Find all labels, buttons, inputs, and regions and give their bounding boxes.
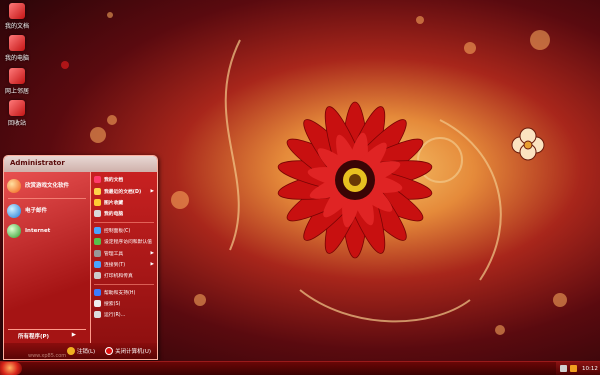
- desktop-icon-my-computer[interactable]: 我的电脑: [2, 35, 32, 62]
- start-menu: Administrator 欣赏游戏文化软件 电子邮件 Internet 所有程…: [3, 155, 158, 360]
- documents-icon: [94, 176, 101, 184]
- desktop-icon-label: 我的电脑: [4, 55, 29, 62]
- menu-item-recent-documents[interactable]: 我最近的文档(D) ▶: [91, 185, 157, 196]
- computer-icon: [9, 35, 25, 51]
- start-menu-footer: 注销(L) 关闭计算机(U): [4, 343, 157, 359]
- run-icon: [94, 311, 101, 319]
- start-menu-pinned: 欣赏游戏文化软件 电子邮件 Internet 所有程序(P) ▶: [4, 172, 90, 343]
- desktop-icon-my-documents[interactable]: 我的文档: [2, 3, 32, 30]
- desktop-icon-label: 我的文档: [4, 23, 29, 30]
- all-programs-label: 所有程序(P): [18, 334, 50, 340]
- network-icon: [94, 260, 101, 268]
- recent-documents-icon: [94, 187, 101, 195]
- menu-item-admin-tools[interactable]: 管理工具 ▶: [91, 247, 157, 258]
- start-menu-places: 我的文档 我最近的文档(D) ▶ 图片收藏 我的电脑 控制面板(C) 设定程序访…: [90, 172, 157, 343]
- volume-tray-icon[interactable]: [570, 365, 577, 372]
- pinned-item-culture-software[interactable]: 欣赏游戏文化软件: [4, 176, 90, 196]
- user-name: Administrator: [10, 159, 65, 167]
- pinned-item-email[interactable]: 电子邮件: [4, 201, 90, 221]
- menu-item-run[interactable]: 运行(R)...: [91, 309, 157, 320]
- printer-icon: [94, 272, 101, 280]
- pinned-item-title: Internet: [25, 227, 51, 234]
- chevron-right-icon: ▶: [150, 188, 154, 194]
- power-icon: [105, 347, 114, 355]
- browser-icon: [7, 224, 21, 238]
- pinned-item-title: 电子邮件: [25, 207, 48, 214]
- network-tray-icon[interactable]: [560, 365, 567, 372]
- menu-item-control-panel[interactable]: 控制面板(C): [91, 225, 157, 236]
- control-panel-icon: [94, 226, 101, 234]
- watermark: www.xp85.com: [28, 353, 67, 359]
- desktop-icon-recycle-bin[interactable]: 回收站: [2, 100, 32, 127]
- folder-icon: [9, 3, 25, 19]
- app-icon: [7, 179, 21, 193]
- desktop-icon-label: 网上邻居: [4, 88, 29, 95]
- desktop-icon-network[interactable]: 网上邻居: [2, 68, 32, 95]
- recycle-bin-icon: [9, 100, 25, 116]
- menu-item-my-computer[interactable]: 我的电脑: [91, 208, 157, 219]
- program-defaults-icon: [94, 238, 101, 246]
- admin-tools-icon: [94, 249, 101, 257]
- system-tray: 10:12: [556, 362, 600, 375]
- menu-item-my-documents[interactable]: 我的文档: [91, 174, 157, 185]
- arrow-right-icon: ▶: [71, 332, 76, 338]
- clock[interactable]: 10:12: [582, 366, 598, 372]
- menu-item-help[interactable]: 帮助和支持(H): [91, 287, 157, 298]
- chevron-right-icon: ▶: [150, 250, 154, 256]
- pinned-item-title: 欣赏游戏文化软件: [25, 182, 70, 189]
- chevron-right-icon: ▶: [150, 261, 154, 267]
- menu-item-printers[interactable]: 打印机和传真: [91, 270, 157, 281]
- menu-item-connect-to[interactable]: 连接到(T) ▶: [91, 259, 157, 270]
- network-icon: [9, 68, 25, 84]
- all-programs-button[interactable]: 所有程序(P) ▶: [8, 329, 86, 340]
- pinned-item-internet[interactable]: Internet: [4, 221, 90, 241]
- logoff-icon: [66, 347, 75, 355]
- logoff-button[interactable]: 注销(L): [66, 347, 95, 355]
- computer-icon: [94, 210, 101, 218]
- menu-item-search[interactable]: 搜索(S): [91, 298, 157, 309]
- pictures-icon: [94, 198, 101, 206]
- start-menu-header: Administrator: [4, 156, 157, 172]
- start-button[interactable]: [0, 362, 22, 375]
- email-icon: [7, 204, 21, 218]
- menu-item-program-defaults[interactable]: 设定程序访问和默认值: [91, 236, 157, 247]
- menu-item-my-pictures[interactable]: 图片收藏: [91, 197, 157, 208]
- shutdown-button[interactable]: 关闭计算机(U): [105, 347, 151, 355]
- search-icon: [94, 300, 101, 308]
- taskbar: 10:12: [0, 361, 600, 375]
- desktop-icon-label: 回收站: [7, 120, 26, 127]
- help-icon: [94, 288, 101, 296]
